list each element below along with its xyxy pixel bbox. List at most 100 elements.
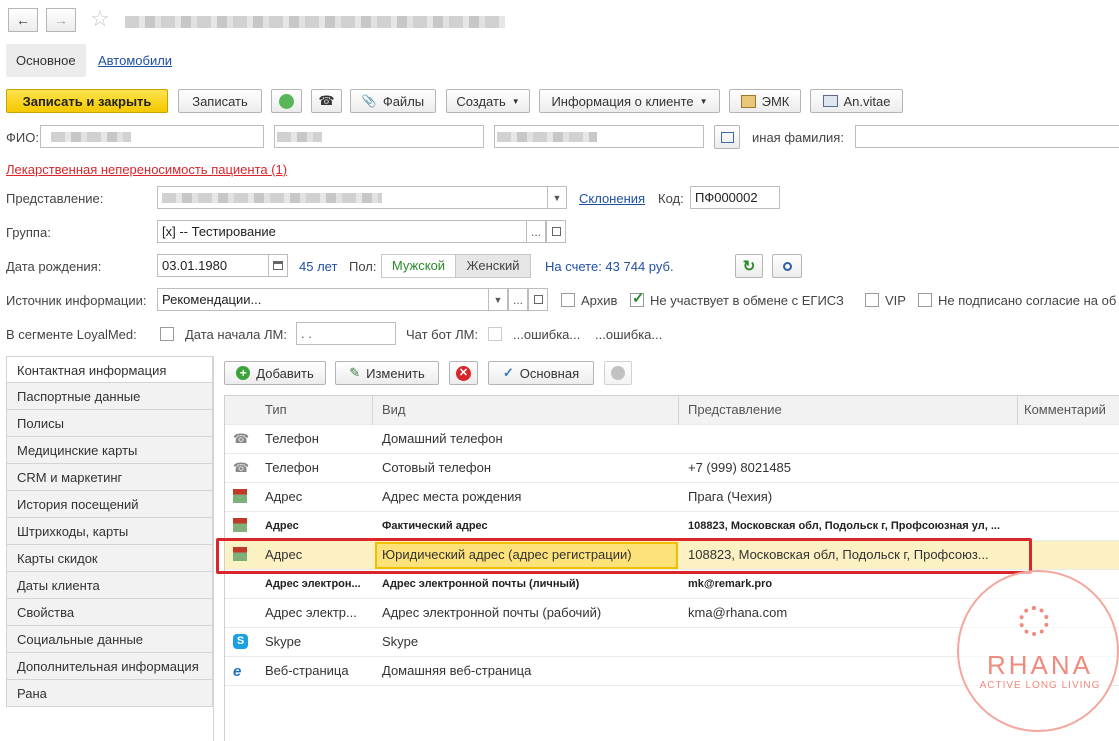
sidebar-item-properties[interactable]: Свойства xyxy=(6,599,213,626)
sex-male-option[interactable]: Мужской xyxy=(381,254,456,278)
table-row[interactable]: Адрес Фактический адрес 108823, Московск… xyxy=(225,512,1119,541)
sidebar: Контактная информация Паспортные данные … xyxy=(6,356,213,707)
main-button[interactable]: ✓ Основная xyxy=(488,361,594,385)
first-name-field[interactable] xyxy=(274,125,484,148)
col-repr[interactable]: Представление xyxy=(688,396,782,424)
client-info-button[interactable]: Информация о клиенте ▼ xyxy=(539,89,720,113)
vip-checkbox[interactable] xyxy=(865,293,879,307)
sidebar-divider xyxy=(213,356,214,741)
save-button[interactable]: Записать xyxy=(178,89,262,113)
row-kind: Адрес электронной почты (рабочий) xyxy=(382,605,602,620)
whatsapp-icon xyxy=(279,93,294,109)
fio-action-button[interactable] xyxy=(714,125,740,149)
sidebar-item-medical-cards[interactable]: Медицинские карты xyxy=(6,437,213,464)
col-comment[interactable]: Комментарий xyxy=(1024,396,1106,424)
row-repr xyxy=(688,425,1013,453)
forward-button[interactable]: → xyxy=(46,8,76,32)
table-row[interactable]: ☎ Телефон Сотовый телефон +7 (999) 80214… xyxy=(225,454,1119,483)
emk-button[interactable]: ЭМК xyxy=(729,89,801,113)
chatbot-label: Чат бот ЛМ: xyxy=(406,327,479,342)
sidebar-item-additional[interactable]: Дополнительная информация xyxy=(6,653,213,680)
table-row[interactable]: Адрес Адрес места рождения Прага (Чехия) xyxy=(225,483,1119,512)
back-button[interactable]: ← xyxy=(8,8,38,32)
sidebar-item-wound[interactable]: Рана xyxy=(6,680,213,707)
representation-label: Представление: xyxy=(6,191,104,206)
sidebar-item-policies[interactable]: Полисы xyxy=(6,410,213,437)
representation-dropdown[interactable]: ▼ xyxy=(547,186,567,209)
group-open-button[interactable] xyxy=(546,220,566,243)
row-repr: mk@remark.pro xyxy=(688,578,773,590)
last-name-field[interactable] xyxy=(40,125,264,148)
sidebar-item-passport[interactable]: Паспортные данные xyxy=(6,383,213,410)
birth-date-field[interactable]: 03.01.1980 xyxy=(157,254,269,277)
sex-female-option[interactable]: Женский xyxy=(455,254,531,278)
source-open-button[interactable] xyxy=(528,288,548,311)
open-icon xyxy=(533,295,543,304)
balance-value[interactable]: На счете: 43 744 руб. xyxy=(545,259,674,274)
skype-icon: S xyxy=(233,634,248,649)
paperclip-icon: 📎 xyxy=(361,94,377,108)
col-type[interactable]: Тип xyxy=(265,396,287,424)
egisz-checkbox[interactable]: ✓ xyxy=(630,290,645,307)
segment-checkbox[interactable] xyxy=(160,327,174,341)
row-type: Телефон xyxy=(265,431,319,446)
table-row[interactable]: ☎ Телефон Домашний телефон xyxy=(225,425,1119,454)
age-value: 45 лет xyxy=(299,259,338,274)
whatsapp-button[interactable] xyxy=(271,89,302,113)
calendar-button[interactable] xyxy=(268,254,288,277)
files-button[interactable]: 📎 Файлы xyxy=(350,89,436,113)
window-title xyxy=(125,16,505,28)
search-button[interactable] xyxy=(772,254,802,278)
open-icon xyxy=(551,227,561,236)
other-surname-label: иная фамилия: xyxy=(752,130,844,145)
delete-button[interactable]: ✕ xyxy=(449,361,478,385)
sidebar-item-discount-cards[interactable]: Карты скидок xyxy=(6,545,213,572)
middle-name-field[interactable] xyxy=(494,125,704,148)
consent-checkbox[interactable] xyxy=(918,293,932,307)
sidebar-item-visits[interactable]: История посещений xyxy=(6,491,213,518)
sidebar-item-social[interactable]: Социальные данные xyxy=(6,626,213,653)
row-type: Телефон xyxy=(265,460,319,475)
anvitae-button[interactable]: An.vitae xyxy=(810,89,903,113)
sidebar-item-crm[interactable]: CRM и маркетинг xyxy=(6,464,213,491)
sidebar-item-client-dates[interactable]: Даты клиента xyxy=(6,572,213,599)
save-close-button[interactable]: Записать и закрыть xyxy=(6,89,168,113)
highlight-frame xyxy=(216,538,1032,574)
chevron-down-icon: ▼ xyxy=(511,96,520,106)
refresh-button[interactable]: ↻ xyxy=(735,254,763,278)
source-select-button[interactable]: ... xyxy=(508,288,528,311)
chatbot-checkbox[interactable] xyxy=(488,327,502,341)
declensions-link[interactable]: Склонения xyxy=(579,191,645,206)
other-surname-field[interactable] xyxy=(855,125,1119,148)
house-icon xyxy=(233,489,247,503)
tab-main[interactable]: Основное xyxy=(6,44,86,77)
first-name-blurred xyxy=(277,132,322,142)
sidebar-item-barcodes[interactable]: Штрихкоды, карты xyxy=(6,518,213,545)
representation-field[interactable] xyxy=(157,186,548,209)
lm-start-field[interactable]: . . xyxy=(296,322,396,345)
add-button[interactable]: + Добавить xyxy=(224,361,326,385)
group-select-button[interactable]: ... xyxy=(526,220,546,243)
client-info-label: Информация о клиенте xyxy=(551,93,694,109)
call-button[interactable]: ☎ xyxy=(311,89,342,113)
chevron-down-icon: ▼ xyxy=(699,96,708,106)
phone-icon: ☎ xyxy=(233,460,250,475)
source-field[interactable]: Рекомендации... xyxy=(157,288,489,311)
source-dropdown[interactable]: ▼ xyxy=(488,288,508,311)
intolerance-link[interactable]: Лекарственная непереносимость пациента (… xyxy=(6,162,287,177)
skype-toolbar-button[interactable] xyxy=(604,361,632,385)
code-field[interactable]: ПФ000002 xyxy=(690,186,780,209)
favorite-star-icon[interactable]: ☆ xyxy=(90,6,110,32)
edit-button[interactable]: ✎ Изменить xyxy=(335,361,439,385)
create-button[interactable]: Создать ▼ xyxy=(446,89,530,113)
col-kind[interactable]: Вид xyxy=(382,396,406,424)
tab-cars[interactable]: Автомобили xyxy=(88,44,182,77)
rhana-logo-icon xyxy=(1019,606,1049,636)
sidebar-item-contact[interactable]: Контактная информация xyxy=(6,356,213,383)
source-label: Источник информации: xyxy=(6,293,147,308)
save-close-label: Записать и закрыть xyxy=(22,93,152,109)
group-field[interactable]: [x] -- Тестирование xyxy=(157,220,527,243)
plus-icon: + xyxy=(236,366,251,380)
archive-checkbox[interactable] xyxy=(561,293,575,307)
row-type: Адрес xyxy=(265,520,299,532)
